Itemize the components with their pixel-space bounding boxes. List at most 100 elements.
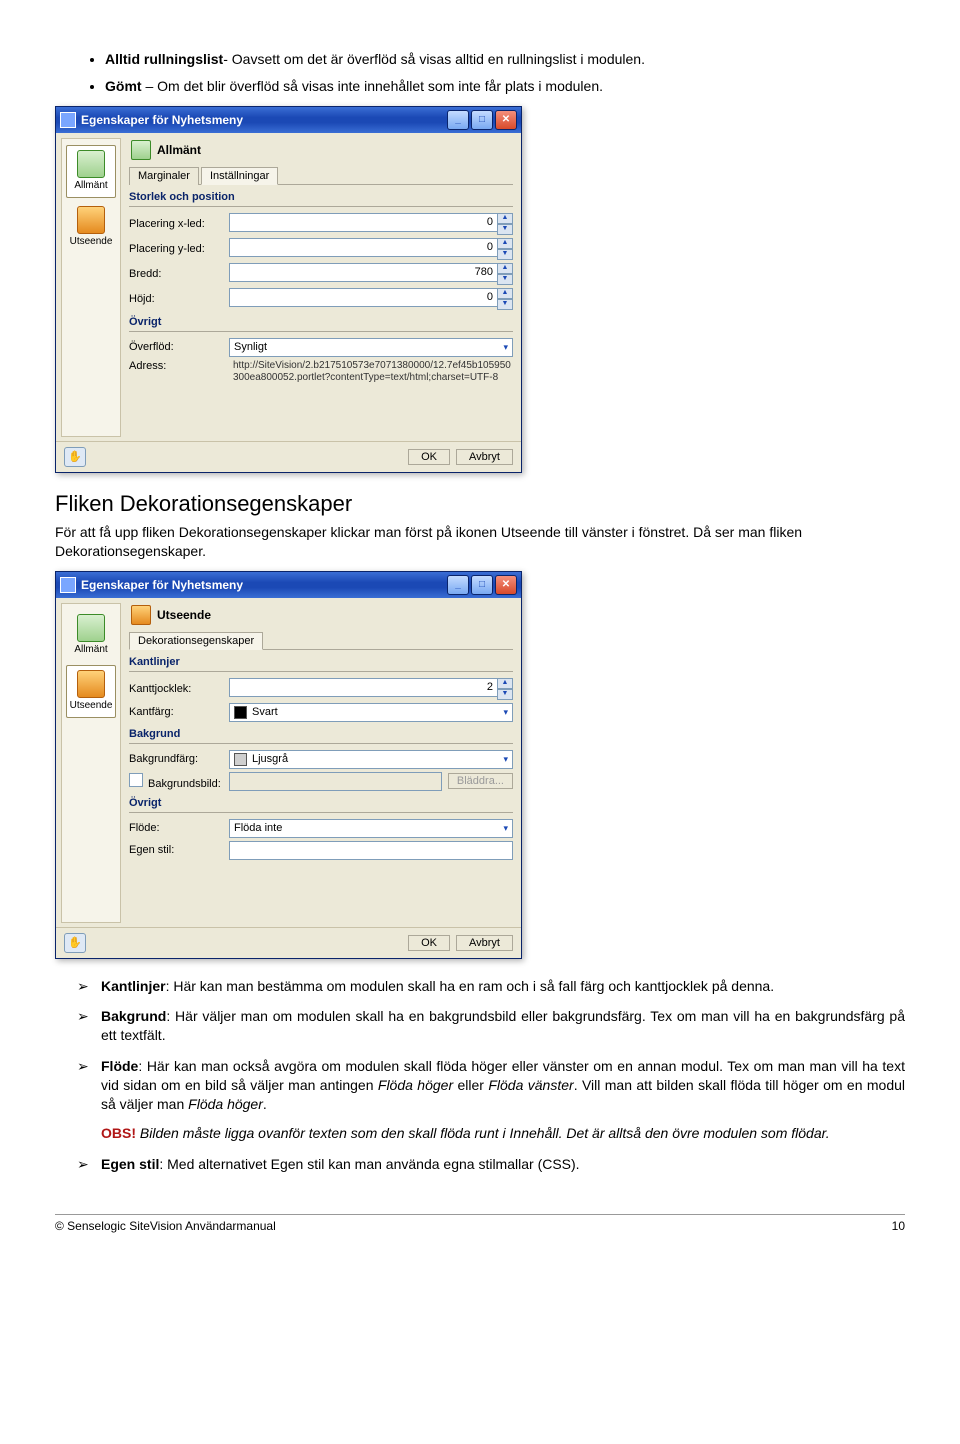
field-label: Kantfärg: [129, 706, 229, 718]
tab-dekorationsegenskaper[interactable]: Dekorationsegenskaper [129, 632, 263, 650]
sidebar-label: Allmänt [74, 180, 107, 191]
dialog-titlebar[interactable]: Egenskaper för Nyhetsmeny _ □ ✕ [56, 107, 521, 133]
color-swatch-icon [234, 706, 247, 719]
bladdra-button[interactable]: Bläddra... [448, 773, 513, 789]
sidebar-item-utseende[interactable]: Utseende [67, 202, 115, 253]
item-italic: Flöda vänster [488, 1077, 573, 1093]
content-heading: Allmänt [129, 138, 513, 166]
group-title-ovrigt: Övrigt [129, 797, 513, 809]
bullet-text: – Om det blir överflöd så visas inte inn… [142, 78, 603, 94]
footer-page-number: 10 [892, 1219, 905, 1233]
dialog-sidebar: Allmänt Utseende [61, 603, 121, 923]
footer-copyright: © Senselogic SiteVision Användarmanual [55, 1219, 276, 1233]
item-strong: Kantlinjer [101, 978, 166, 994]
placering-x-input[interactable]: 0 [229, 213, 498, 232]
heading-text: Utseende [157, 608, 211, 622]
ok-button[interactable]: OK [408, 449, 450, 465]
minimize-button[interactable]: _ [447, 575, 469, 595]
row-placering-y: Placering y-led: 0 ▲▼ [129, 238, 513, 260]
sidebar-label: Utseende [70, 236, 113, 247]
bullet-list-top: Alltid rullningslist- Oavsett om det är … [55, 50, 905, 96]
dialog-properties-utseende: Egenskaper för Nyhetsmeny _ □ ✕ Allmänt … [55, 571, 522, 959]
bakgrundfarg-select[interactable]: Ljusgrå [229, 750, 513, 769]
brush-icon [131, 605, 151, 625]
sidebar-item-utseende[interactable]: Utseende [66, 665, 116, 718]
row-kanttjocklek: Kanttjocklek: 2 ▲▼ [129, 678, 513, 700]
tab-bar: Dekorationsegenskaper [129, 631, 513, 650]
section-heading: Fliken Dekorationsegenskaper [55, 491, 905, 517]
spinner-buttons[interactable]: ▲▼ [497, 213, 513, 235]
ok-button[interactable]: OK [408, 935, 450, 951]
minimize-button[interactable]: _ [447, 110, 469, 130]
dialog-footer: ✋ OK Avbryt [56, 441, 521, 472]
field-label: Flöde: [129, 822, 229, 834]
spinner-buttons[interactable]: ▲▼ [497, 238, 513, 260]
dialog-sidebar: Allmänt Utseende [61, 138, 121, 437]
help-icon[interactable]: ✋ [64, 933, 86, 953]
bredd-input[interactable]: 780 [229, 263, 498, 282]
sidebar-item-allmant[interactable]: Allmänt [67, 610, 115, 661]
egen-stil-input[interactable] [229, 841, 513, 860]
cancel-button[interactable]: Avbryt [456, 449, 513, 465]
close-button[interactable]: ✕ [495, 575, 517, 595]
item-strong: Bakgrund [101, 1008, 166, 1024]
field-value: 0 [487, 241, 493, 253]
item-text: : Här kan man bestämma om modulen skall … [166, 978, 775, 994]
dialog-title: Egenskaper för Nyhetsmeny [81, 113, 243, 127]
field-value: Flöda inte [234, 822, 282, 834]
help-icon[interactable]: ✋ [64, 447, 86, 467]
item-italic: Flöda höger [378, 1077, 453, 1093]
brush-icon [77, 206, 105, 234]
item-strong: Egen stil [101, 1156, 159, 1172]
list-item: Kantlinjer: Här kan man bestämma om modu… [101, 977, 905, 996]
obs-label: OBS! [101, 1125, 136, 1141]
placering-y-input[interactable]: 0 [229, 238, 498, 257]
check-icon [77, 150, 105, 178]
app-icon [60, 112, 76, 128]
overflod-select[interactable]: Synligt [229, 338, 513, 357]
group-title-bakgrund: Bakgrund [129, 728, 513, 740]
sidebar-label: Utseende [70, 700, 113, 711]
field-label: Bredd: [129, 268, 229, 280]
check-icon [131, 140, 151, 160]
maximize-button[interactable]: □ [471, 110, 493, 130]
sidebar-item-allmant[interactable]: Allmänt [66, 145, 116, 198]
field-value: Ljusgrå [252, 753, 288, 765]
arrow-list: Kantlinjer: Här kan man bestämma om modu… [55, 977, 905, 1174]
dialog-titlebar[interactable]: Egenskaper för Nyhetsmeny _ □ ✕ [56, 572, 521, 598]
field-value: 0 [487, 216, 493, 228]
bakgrundsbild-checkbox[interactable] [129, 773, 143, 787]
color-swatch-icon [234, 753, 247, 766]
hojd-input[interactable]: 0 [229, 288, 498, 307]
app-icon [60, 577, 76, 593]
bullet-strong: Gömt [105, 78, 142, 94]
group-title-ovrigt: Övrigt [129, 316, 513, 328]
spinner-buttons[interactable]: ▲▼ [497, 678, 513, 700]
field-label: Kanttjocklek: [129, 683, 229, 695]
field-value: Svart [252, 706, 278, 718]
row-overflod: Överflöd: Synligt [129, 338, 513, 357]
flode-select[interactable]: Flöda inte [229, 819, 513, 838]
kantfarg-select[interactable]: Svart [229, 703, 513, 722]
spinner-buttons[interactable]: ▲▼ [497, 263, 513, 285]
item-text: : Med alternativet Egen stil kan man anv… [159, 1156, 579, 1172]
group-title-kantlinjer: Kantlinjer [129, 656, 513, 668]
maximize-button[interactable]: □ [471, 575, 493, 595]
page-footer: © Senselogic SiteVision Användarmanual 1… [55, 1214, 905, 1233]
field-label: Egen stil: [129, 844, 229, 856]
field-label: Bakgrundsbild: [129, 773, 229, 790]
tab-marginaler[interactable]: Marginaler [129, 167, 199, 185]
row-flode: Flöde: Flöda inte [129, 819, 513, 838]
kanttjocklek-input[interactable]: 2 [229, 678, 498, 697]
row-placering-x: Placering x-led: 0 ▲▼ [129, 213, 513, 235]
field-value: 0 [487, 291, 493, 303]
spinner-buttons[interactable]: ▲▼ [497, 288, 513, 310]
tab-installningar[interactable]: Inställningar [201, 167, 278, 185]
row-bakgrundfarg: Bakgrundfärg: Ljusgrå [129, 750, 513, 769]
field-label: Placering x-led: [129, 218, 229, 230]
field-label: Höjd: [129, 293, 229, 305]
close-button[interactable]: ✕ [495, 110, 517, 130]
bakgrundsbild-input [229, 772, 442, 791]
cancel-button[interactable]: Avbryt [456, 935, 513, 951]
item-text: : Här väljer man om modulen skall ha en … [101, 1008, 905, 1043]
